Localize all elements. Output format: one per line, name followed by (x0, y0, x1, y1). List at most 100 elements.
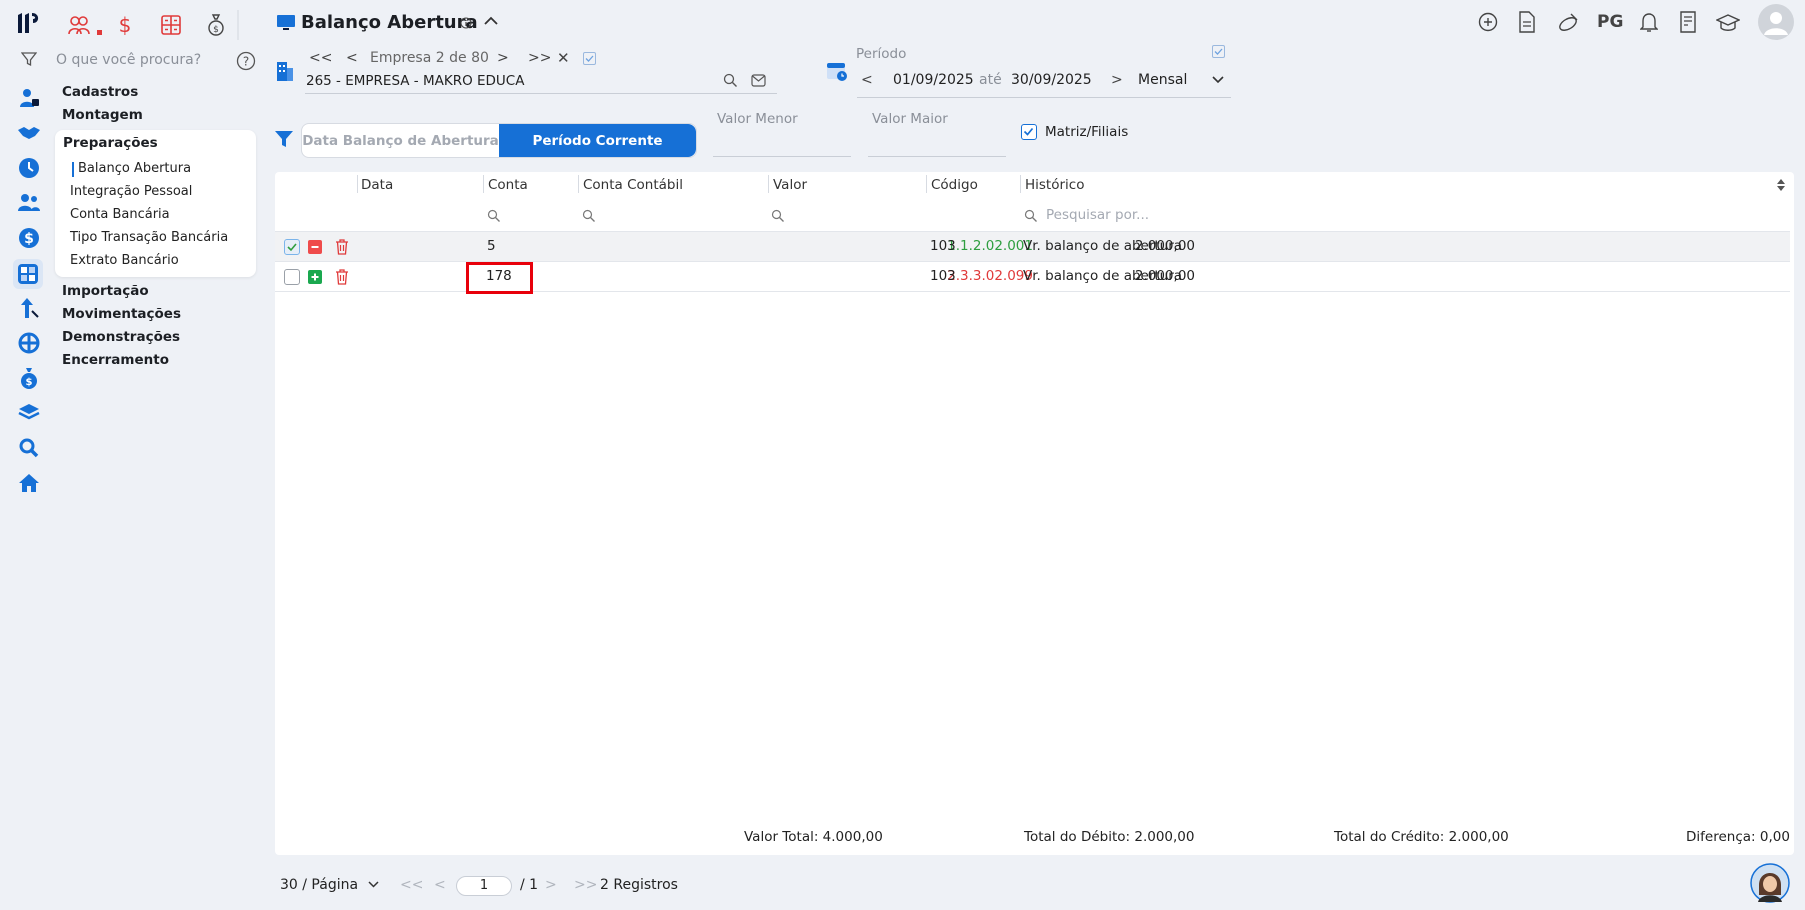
avatar[interactable] (1758, 4, 1794, 40)
per-page-chevron-icon[interactable] (367, 880, 380, 889)
assistant-avatar[interactable] (1750, 863, 1790, 903)
next-page-button[interactable]: > (545, 877, 557, 893)
menu-importacao[interactable]: Importação (62, 283, 149, 299)
col-header-historico[interactable]: Histórico (1025, 177, 1084, 193)
prev-page-button[interactable]: < (434, 877, 446, 893)
document-icon[interactable] (1518, 11, 1536, 33)
empresa-checkbox[interactable] (583, 52, 596, 65)
menu-search-input[interactable]: O que você procura? (56, 52, 201, 68)
patrimonio-app-icon[interactable]: $ (203, 12, 229, 38)
valor-filter-icon[interactable] (771, 209, 785, 223)
col-header-conta[interactable]: Conta (488, 177, 528, 193)
satellite-icon[interactable] (1557, 12, 1579, 32)
bell-icon[interactable] (1640, 11, 1658, 33)
search-empresa-icon[interactable] (723, 73, 738, 88)
sort-icon[interactable] (1776, 178, 1786, 192)
first-empresa-button[interactable]: << (309, 50, 332, 66)
next-periodo-button[interactable]: > (1111, 72, 1123, 88)
diferenca: Diferença: 0,00 (1686, 829, 1790, 845)
empresa-selected[interactable]: 265 - EMPRESA - MAKRO EDUCA (306, 73, 524, 89)
menu-demonstracoes[interactable]: Demonstrações (62, 329, 180, 345)
valor-maior-input[interactable] (868, 156, 1006, 157)
col-header-codigo[interactable]: Código (931, 177, 978, 193)
collapse-chevron-icon[interactable] (483, 14, 499, 28)
menu-preparacoes[interactable]: Preparações (63, 135, 158, 151)
clock-icon[interactable] (16, 155, 42, 181)
menu-cadastros[interactable]: Cadastros (62, 84, 138, 100)
historico-filter-input[interactable]: Pesquisar por... (1046, 207, 1149, 223)
info-icon[interactable] (460, 17, 472, 29)
dollar-icon[interactable]: $ (16, 225, 42, 251)
calendar-icon[interactable] (826, 60, 848, 82)
menu-movimentacoes[interactable]: Movimentações (62, 306, 181, 322)
pessoal-app-icon[interactable] (66, 12, 92, 38)
help-icon[interactable]: ? (236, 51, 256, 71)
conta-filter-icon[interactable] (487, 209, 501, 223)
chevron-down-icon[interactable] (1211, 75, 1225, 85)
periodo-checkbox[interactable] (1212, 45, 1225, 58)
col-header-data[interactable]: Data (361, 177, 393, 193)
menu-item-extrato-bancario[interactable]: Extrato Bancário (70, 253, 179, 268)
col-header-conta-contabil[interactable]: Conta Contábil (583, 177, 683, 193)
menu-encerramento[interactable]: Encerramento (62, 352, 169, 368)
app-logo[interactable] (16, 10, 42, 36)
prev-periodo-button[interactable]: < (861, 72, 873, 88)
tab-periodo-corrente[interactable]: Período Corrente (499, 124, 696, 157)
last-page-button[interactable]: >> (574, 877, 597, 893)
prev-empresa-button[interactable]: < (346, 50, 358, 66)
cell-historico: Vr. balanço de abertura (1023, 268, 1183, 284)
first-page-button[interactable]: << (400, 877, 423, 893)
graduation-icon[interactable] (1716, 13, 1740, 33)
trash-icon[interactable] (335, 269, 349, 285)
search-rail-icon[interactable] (16, 435, 42, 461)
trash-icon[interactable] (335, 239, 349, 255)
page-input[interactable]: 1 (456, 876, 512, 896)
matriz-checkbox[interactable] (1021, 124, 1037, 140)
mail-icon[interactable] (751, 74, 766, 87)
report-icon[interactable] (1679, 11, 1697, 33)
tab-data-balanco[interactable]: Data Balanço de Abertura (302, 124, 499, 157)
col-separator (357, 175, 358, 193)
last-empresa-button[interactable]: >> (528, 50, 551, 66)
debit-icon[interactable] (308, 240, 322, 254)
table-row[interactable]: 178 2.3.3.02.099 2.000,00 103 Vr. balanç… (275, 262, 1790, 294)
credit-icon[interactable] (308, 270, 322, 284)
menu-item-tipo-transacao[interactable]: Tipo Transação Bancária (70, 230, 228, 245)
col-header-valor[interactable]: Valor (773, 177, 807, 193)
filter-icon[interactable] (16, 46, 42, 72)
row-checkbox[interactable] (284, 269, 300, 285)
network-icon[interactable] (16, 330, 42, 356)
row-checkbox[interactable] (284, 239, 300, 255)
menu-item-integracao-pessoal[interactable]: Integração Pessoal (70, 184, 192, 199)
financeiro-app-icon[interactable]: $ (112, 12, 138, 38)
user-initials[interactable]: PG (1597, 12, 1623, 32)
table-row[interactable]: 5 1.1.2.02.001 2.000,00 103 Vr. balanço … (275, 232, 1790, 262)
periodo-start[interactable]: 01/09/2025 (893, 72, 974, 88)
menu-item-conta-bancaria[interactable]: Conta Bancária (70, 207, 170, 222)
historico-filter-icon[interactable] (1024, 209, 1038, 223)
per-page-select[interactable]: 30 / Página (280, 877, 358, 893)
home-icon[interactable] (16, 470, 42, 496)
clear-empresa-button[interactable]: ✕ (557, 49, 570, 67)
conta-contabil-filter-icon[interactable] (582, 209, 596, 223)
layers-icon[interactable] (16, 400, 42, 426)
cell-historico: Vr. balanço de abertura (1023, 238, 1183, 254)
money-bag-icon[interactable]: $ (16, 365, 42, 391)
contabil-icon[interactable] (13, 259, 43, 289)
upload-icon[interactable] (16, 295, 42, 321)
filter-funnel-icon[interactable] (274, 130, 294, 148)
cadastros-icon[interactable] (16, 85, 42, 111)
periodo-end[interactable]: 30/09/2025 (1011, 72, 1092, 88)
handshake-icon[interactable] (16, 120, 42, 146)
periodo-frequency[interactable]: Mensal (1138, 72, 1187, 88)
fiscal-app-icon[interactable] (158, 12, 184, 38)
empresa-underline (305, 93, 777, 94)
cell-conta[interactable]: 178 (486, 268, 512, 284)
next-empresa-button[interactable]: > (497, 50, 509, 66)
menu-item-balanco-abertura[interactable]: Balanço Abertura (71, 161, 191, 177)
valor-menor-input[interactable] (713, 156, 851, 157)
people-icon[interactable] (16, 190, 42, 216)
menu-montagem[interactable]: Montagem (62, 107, 143, 123)
page-title: Balanço Abertura (301, 12, 478, 33)
add-circle-icon[interactable] (1478, 12, 1498, 32)
